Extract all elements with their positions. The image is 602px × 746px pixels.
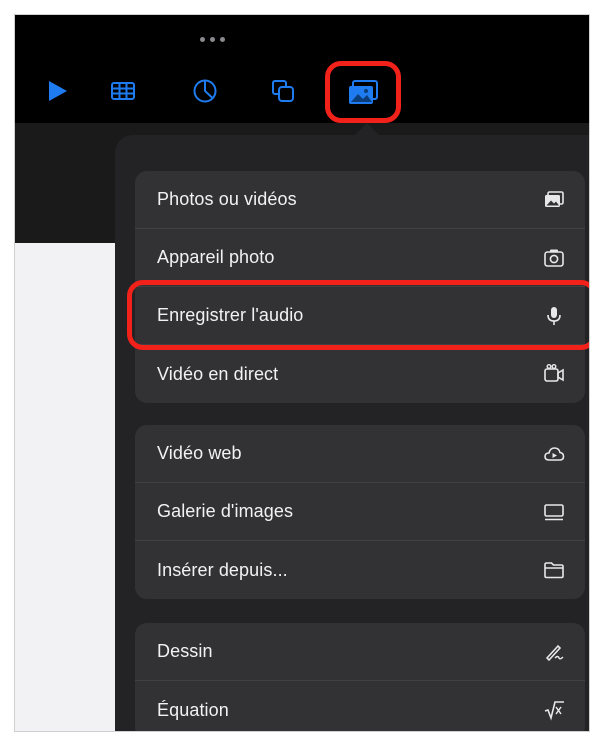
multitasking-grip[interactable] xyxy=(197,37,227,43)
table-button[interactable] xyxy=(109,77,137,105)
menu-item-label: Appareil photo xyxy=(157,247,275,267)
toolbar xyxy=(15,15,589,123)
menu-item-image-gallery[interactable]: Galerie d'images xyxy=(135,483,585,541)
pen-icon xyxy=(543,641,565,663)
shapes-button[interactable] xyxy=(269,77,297,105)
menu-group-create: Dessin Équation xyxy=(135,623,585,731)
play-icon xyxy=(49,81,67,101)
menu-item-equation[interactable]: Équation xyxy=(135,681,585,731)
grip-dot xyxy=(209,37,215,42)
menu-item-label: Vidéo web xyxy=(157,443,242,463)
app-window: Photos ou vidéos Appareil photo Enregist… xyxy=(14,14,590,732)
grip-dot xyxy=(199,37,205,42)
menu-item-label: Photos ou vidéos xyxy=(157,189,297,209)
menu-item-label: Dessin xyxy=(157,641,213,661)
menu-item-live-video[interactable]: Vidéo en direct xyxy=(135,345,585,403)
photo-icon xyxy=(543,189,565,211)
popover-arrow xyxy=(355,123,379,135)
menu-group-sources: Vidéo web Galerie d'images Insérer depui… xyxy=(135,425,585,599)
menu-item-photos-videos[interactable]: Photos ou vidéos xyxy=(135,171,585,229)
chart-button[interactable] xyxy=(191,77,219,105)
gallery-icon xyxy=(543,501,565,523)
menu-item-label: Équation xyxy=(157,699,229,720)
grip-dot xyxy=(219,37,225,42)
cloud-play-icon xyxy=(543,443,565,465)
live-video-icon xyxy=(543,363,565,385)
shapes-icon xyxy=(272,80,294,102)
menu-item-web-video[interactable]: Vidéo web xyxy=(135,425,585,483)
media-icon xyxy=(349,80,378,104)
menu-item-label: Vidéo en direct xyxy=(157,363,279,384)
menu-item-camera[interactable]: Appareil photo xyxy=(135,229,585,287)
folder-icon xyxy=(543,559,565,581)
menu-item-record-audio[interactable]: Enregistrer l'audio xyxy=(135,287,585,345)
menu-group-capture: Photos ou vidéos Appareil photo Enregist… xyxy=(135,171,585,403)
insert-media-menu: Photos ou vidéos Appareil photo Enregist… xyxy=(115,135,589,731)
menu-item-label: Enregistrer l'audio xyxy=(157,305,304,325)
table-icon xyxy=(111,82,135,100)
chart-icon xyxy=(193,79,217,103)
play-button[interactable] xyxy=(43,77,71,105)
menu-item-drawing[interactable]: Dessin xyxy=(135,623,585,681)
menu-item-label: Insérer depuis... xyxy=(157,559,288,580)
camera-icon xyxy=(543,247,565,269)
menu-item-label: Galerie d'images xyxy=(157,501,294,521)
menu-item-insert-from[interactable]: Insérer depuis... xyxy=(135,541,585,599)
media-button[interactable] xyxy=(325,61,401,123)
microphone-icon xyxy=(543,305,565,327)
square-root-icon xyxy=(543,699,565,721)
